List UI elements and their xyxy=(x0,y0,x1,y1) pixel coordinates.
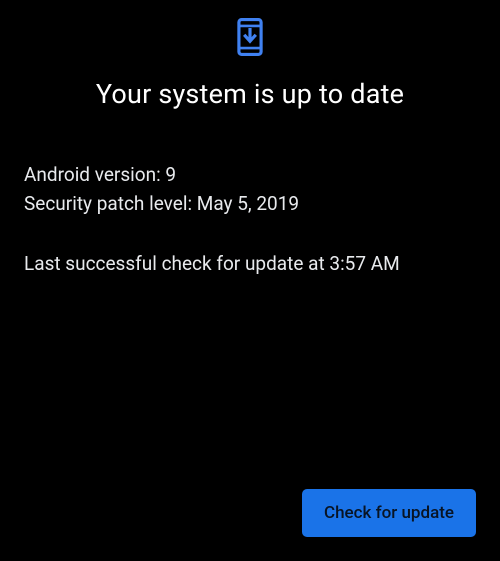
last-check-prefix: Last successful check for update at xyxy=(24,252,329,275)
device-update-icon xyxy=(237,18,263,56)
android-version-line: Android version: 9 xyxy=(24,160,476,189)
system-info: Android version: 9 Security patch level:… xyxy=(0,160,500,219)
security-patch-line: Security patch level: May 5, 2019 xyxy=(24,189,476,218)
android-version-value: 9 xyxy=(165,163,176,186)
last-check-time: 3:57 AM xyxy=(329,252,399,275)
last-check-line: Last successful check for update at 3:57… xyxy=(0,249,500,278)
header-icon-container xyxy=(0,0,500,56)
security-patch-label: Security patch level: xyxy=(24,192,197,215)
android-version-label: Android version: xyxy=(24,163,165,186)
check-for-update-button[interactable]: Check for update xyxy=(302,489,476,537)
security-patch-value: May 5, 2019 xyxy=(197,192,299,215)
page-title: Your system is up to date xyxy=(0,78,500,110)
